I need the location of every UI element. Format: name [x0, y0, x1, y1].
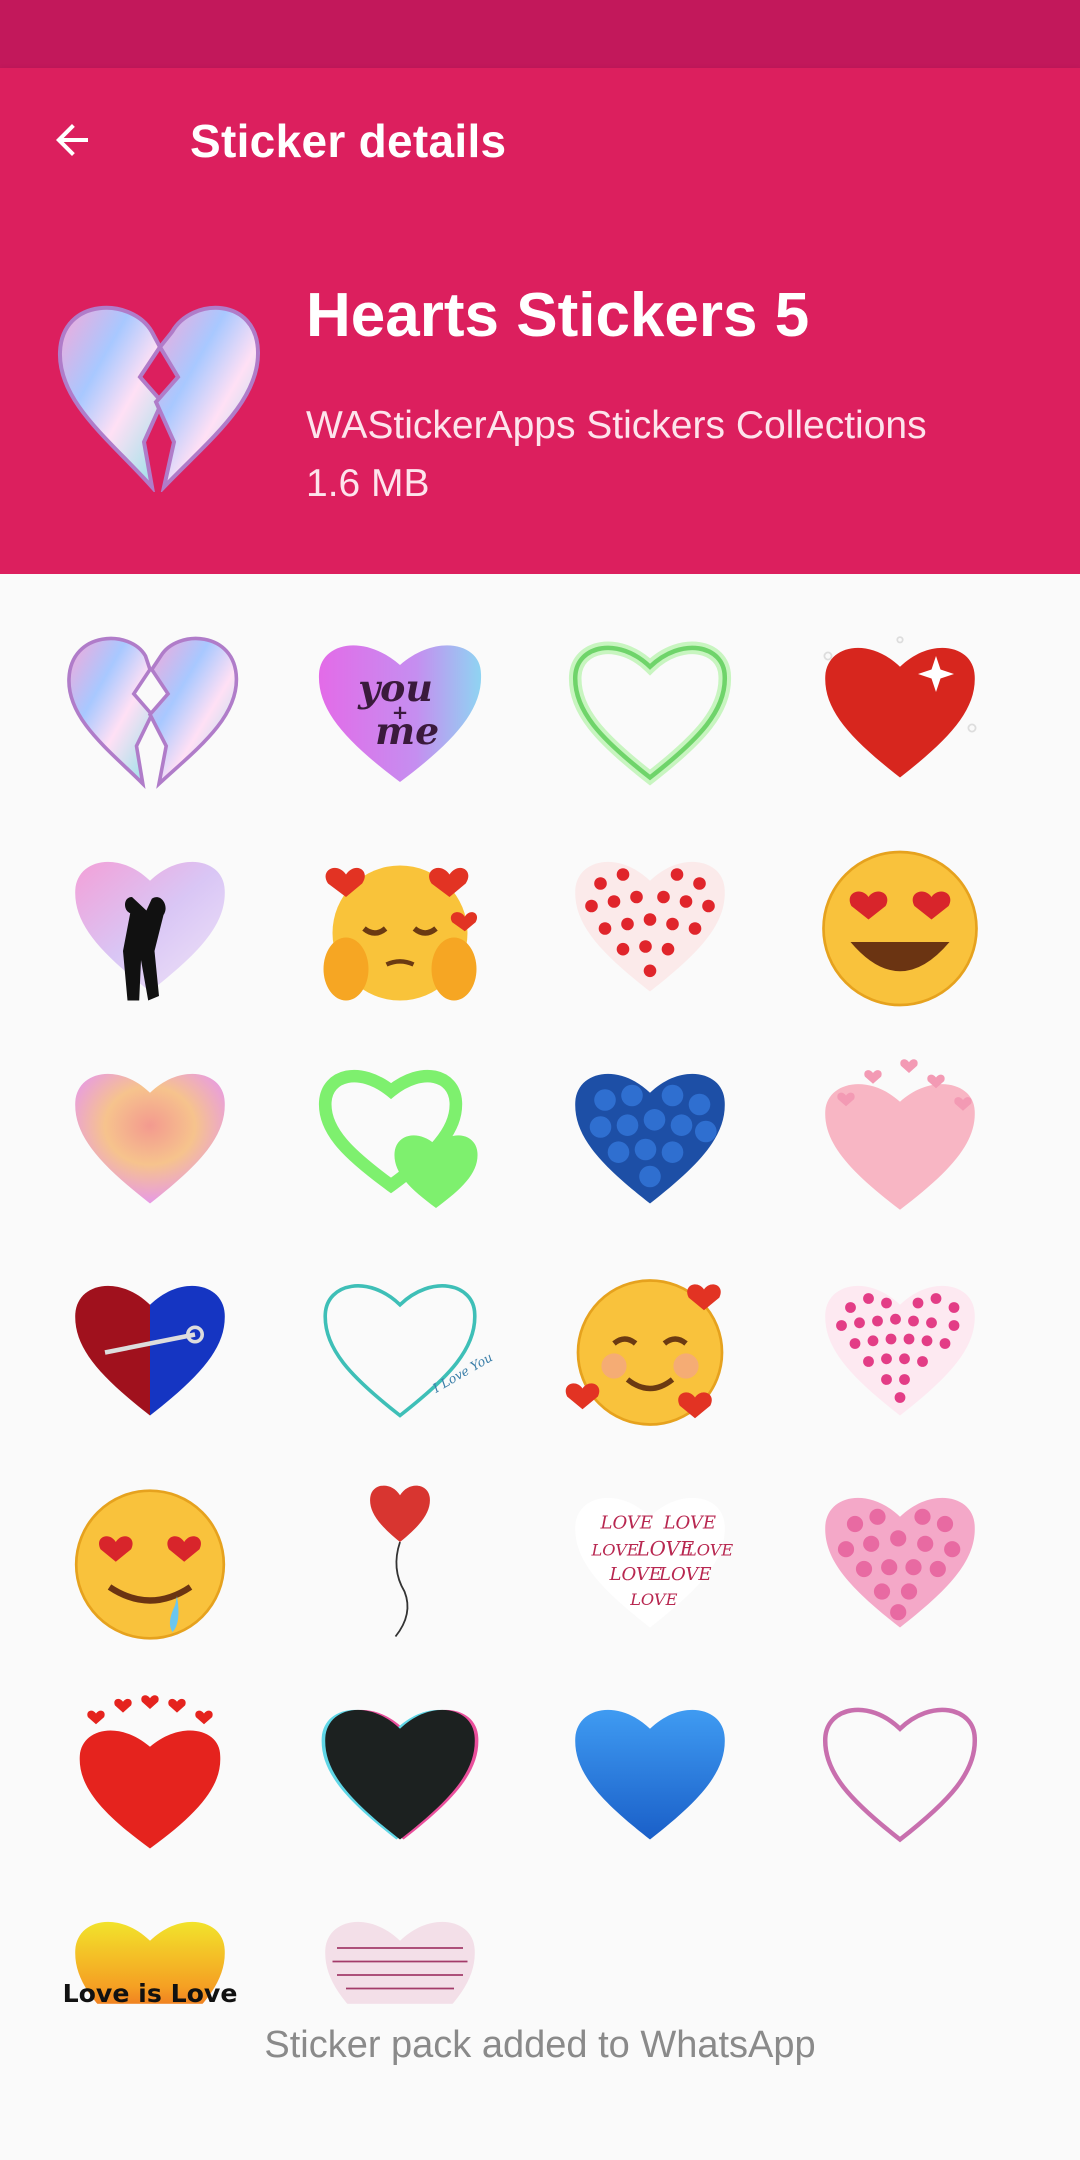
sticker-glitch-heart[interactable] [300, 1672, 500, 1872]
sticker-text-love-is-love: Love is Love [63, 1979, 238, 2008]
sticker-pastel-heart[interactable] [50, 1036, 250, 1236]
pack-header: Hearts Stickers 5 WAStickerApps Stickers… [0, 212, 1080, 574]
sticker-dotted-hearts[interactable] [550, 824, 750, 1024]
pack-name: Hearts Stickers 5 [306, 281, 810, 350]
sticker-pink-flowers-heart[interactable] [800, 1460, 1000, 1660]
sticker-text-love: LOVE [663, 1513, 717, 1534]
sticker-smiling-hearts-face[interactable] [550, 1248, 750, 1448]
sticker-text-love: LOVE [658, 1564, 712, 1585]
arrow-left-icon [56, 124, 88, 156]
sticker-text-love: LOVE [600, 1513, 654, 1534]
sticker-text-love: LOVE [685, 1541, 733, 1560]
sticker-text-love: LOVE [629, 1590, 677, 1609]
sticker-text-love: LOVE [609, 1564, 663, 1585]
tray-icon [52, 292, 264, 494]
app-bar: Sticker details [0, 68, 1080, 212]
sticker-blue-roses-heart[interactable] [550, 1036, 750, 1236]
status-bar [0, 0, 1080, 68]
sticker-you-plus-me[interactable]: you + me [300, 610, 500, 810]
sticker-grid: you + me I Love You LOVE LOVE LOVE LOVE … [0, 574, 1080, 2067]
sticker-neon-heart[interactable] [550, 610, 750, 810]
sticker-broken-heart-holo[interactable] [50, 610, 250, 810]
sticker-heart-balloon[interactable] [300, 1460, 500, 1660]
pack-size: 1.6 MB [306, 462, 430, 505]
sticker-pink-outline-heart[interactable] [800, 1672, 1000, 1872]
sticker-green-double-hearts[interactable] [300, 1036, 500, 1236]
sticker-couple-heart[interactable] [50, 824, 250, 1024]
sticker-text-me: me [375, 709, 439, 753]
sticker-pink-mini-hearts[interactable] [800, 1248, 1000, 1448]
sticker-outline-heart-i-love-you[interactable]: I Love You [300, 1248, 500, 1448]
sticker-heart-eyes-face[interactable] [800, 824, 1000, 1024]
sticker-pinned-heart[interactable] [50, 1248, 250, 1448]
back-button[interactable] [40, 108, 104, 172]
sticker-text-love: LOVE [591, 1541, 639, 1560]
sticker-red-heart-sparkle[interactable] [800, 610, 1000, 810]
sticker-drooling-heart-eyes-face[interactable] [50, 1460, 250, 1660]
sticker-shy-face[interactable] [300, 824, 500, 1024]
sticker-pink-heart-mini-hearts[interactable] [800, 1036, 1000, 1236]
pack-publisher: WAStickerApps Stickers Collections [306, 404, 927, 447]
footer-status-text: Sticker pack added to WhatsApp [264, 2024, 816, 2066]
page-title: Sticker details [190, 115, 507, 167]
sticker-red-heart-mini-hearts[interactable] [50, 1672, 250, 1872]
sticker-blue-heart[interactable] [550, 1672, 750, 1872]
sticker-love-typography-heart[interactable]: LOVE LOVE LOVE LOVE LOVE LOVE LOVE LOVE [550, 1460, 750, 1660]
